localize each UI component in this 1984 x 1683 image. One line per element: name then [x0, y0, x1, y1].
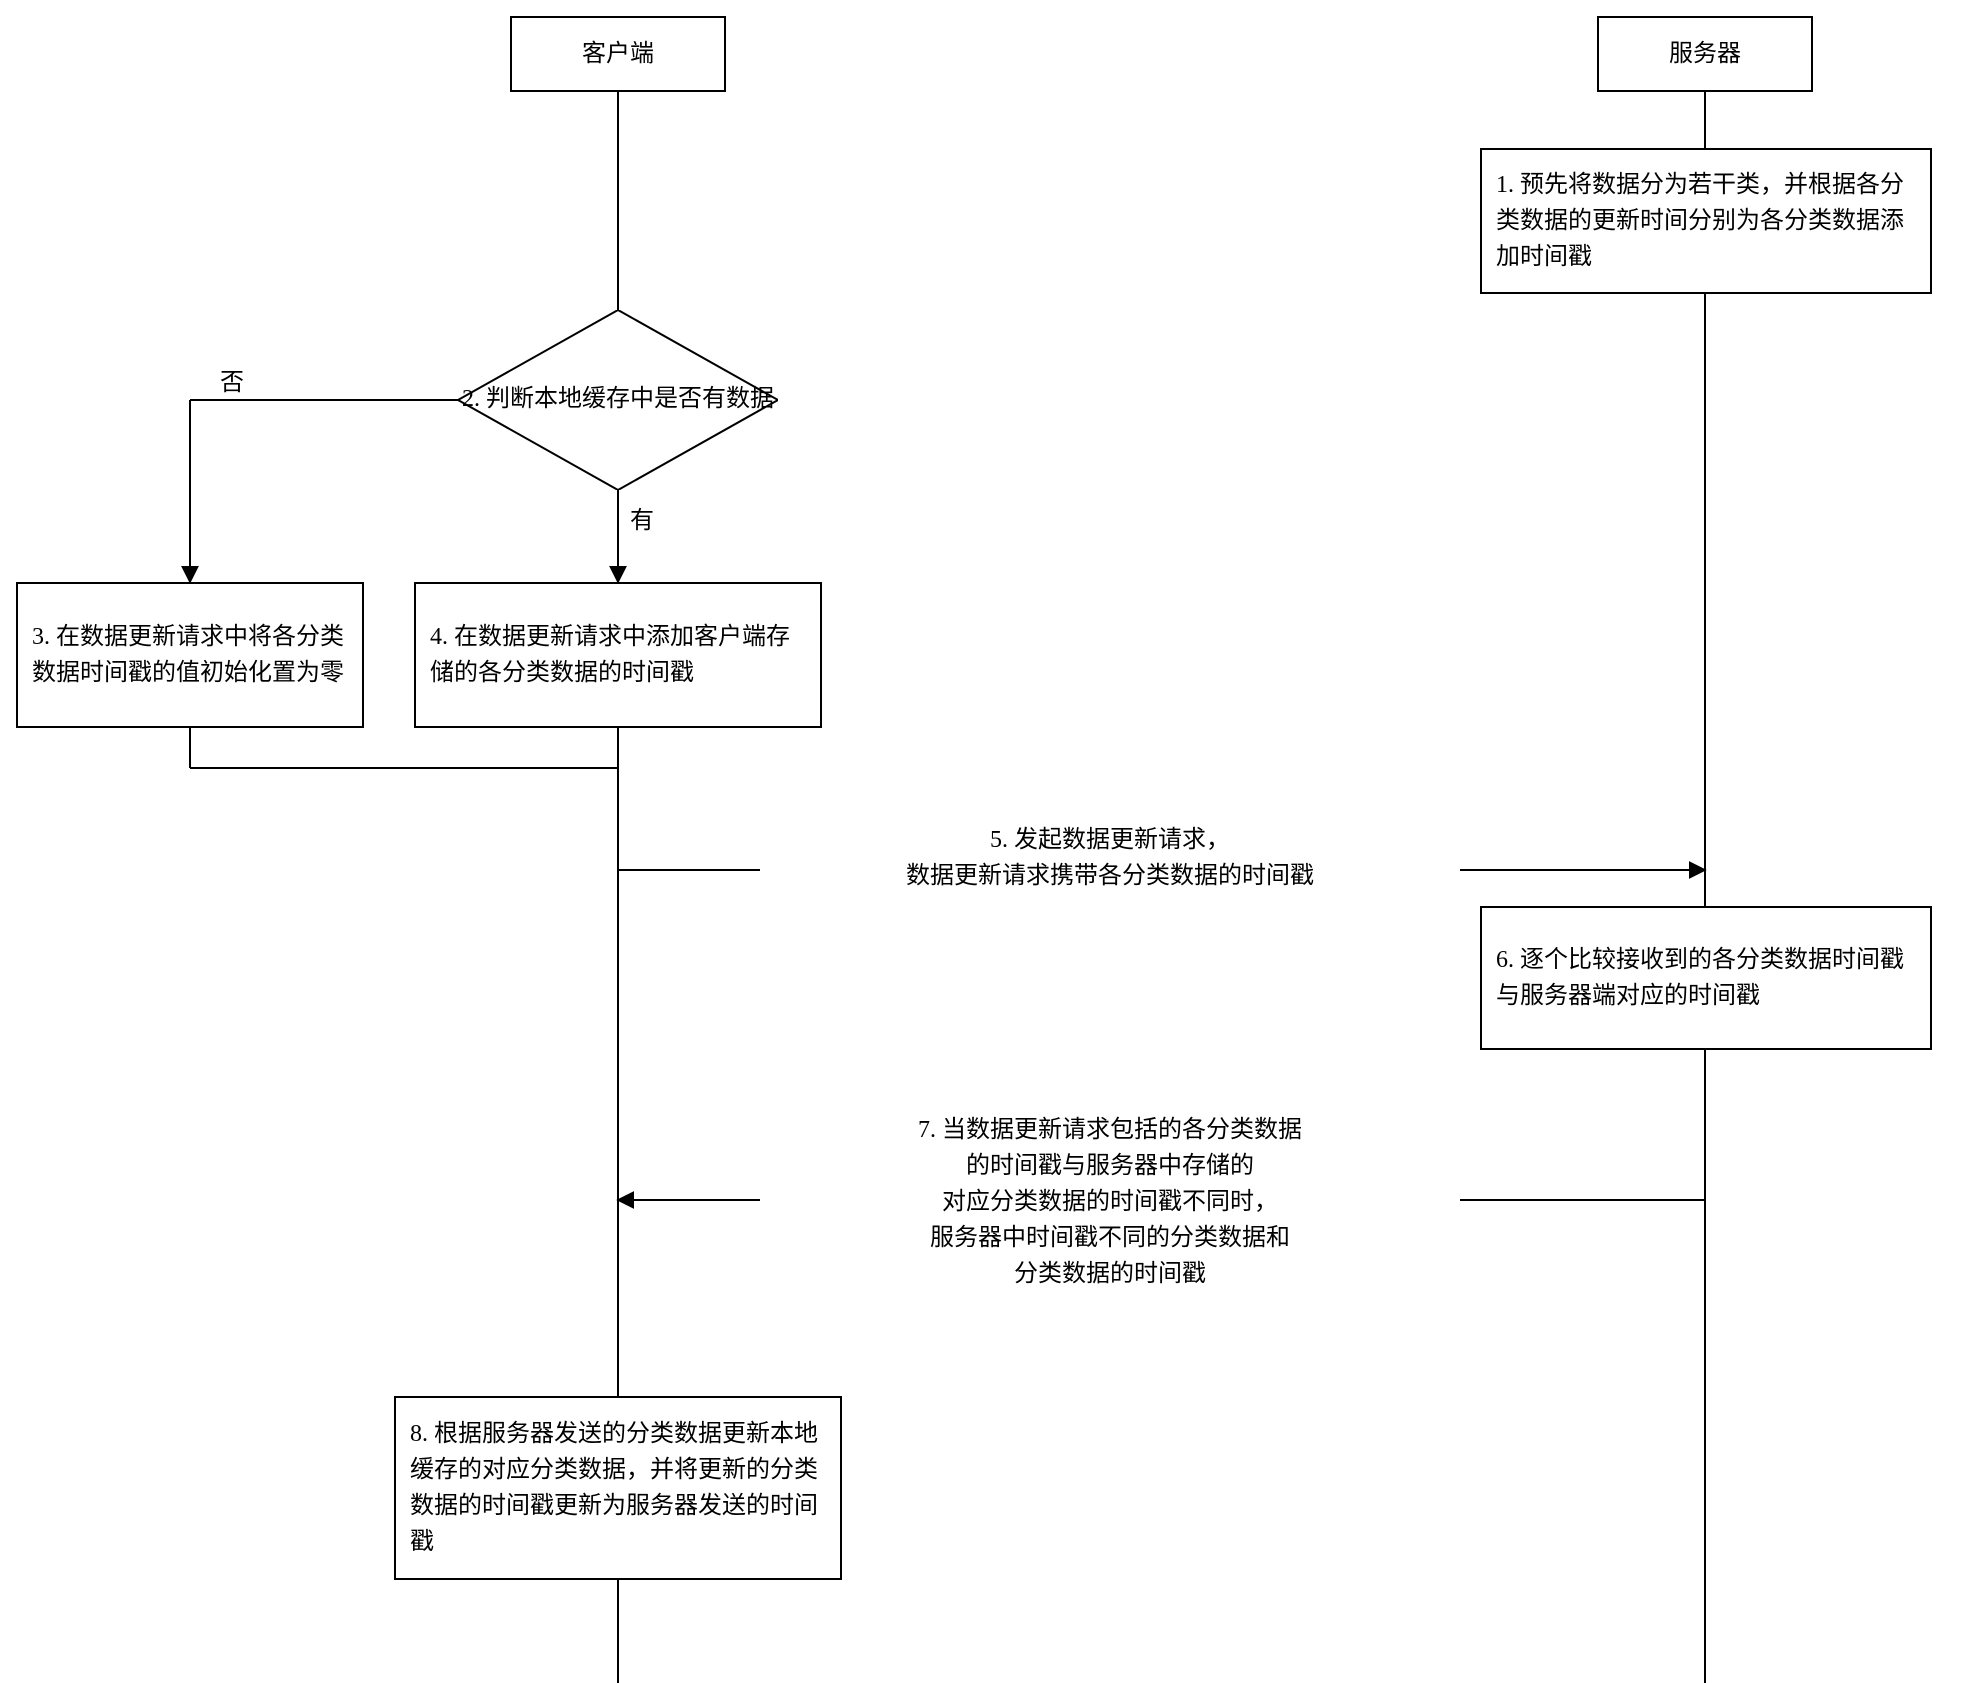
lane-client-header: 客户端 [510, 16, 726, 92]
step-6-text: 6. 逐个比较接收到的各分类数据时间戳与服务器端对应的时间戳 [1496, 942, 1916, 1014]
step-2-text: 2. 判断本地缓存中是否有数据 [462, 383, 774, 417]
message-5-label: 5. 发起数据更新请求， 数据更新请求携带各分类数据的时间戳 [760, 820, 1460, 896]
step-2-decision: 2. 判断本地缓存中是否有数据 [458, 310, 778, 490]
step-1-text: 1. 预先将数据分为若干类，并根据各分类数据的更新时间分别为各分类数据添加时间戳 [1496, 167, 1916, 275]
lane-server-header: 服务器 [1597, 16, 1813, 92]
branch-no-label: 否 [220, 362, 244, 397]
message-7-label: 7. 当数据更新请求包括的各分类数据 的时间戳与服务器中存储的 对应分类数据的时… [760, 1110, 1460, 1294]
step-8-text: 8. 根据服务器发送的分类数据更新本地缓存的对应分类数据，并将更新的分类数据的时… [410, 1416, 826, 1560]
step-4-text: 4. 在数据更新请求中添加客户端存储的各分类数据的时间戳 [430, 619, 806, 691]
lane-client-label: 客户端 [582, 36, 654, 72]
step-8-box: 8. 根据服务器发送的分类数据更新本地缓存的对应分类数据，并将更新的分类数据的时… [394, 1396, 842, 1580]
step-6-box: 6. 逐个比较接收到的各分类数据时间戳与服务器端对应的时间戳 [1480, 906, 1932, 1050]
branch-yes-label: 有 [630, 500, 654, 535]
lane-server-label: 服务器 [1669, 36, 1741, 72]
step-1-box: 1. 预先将数据分为若干类，并根据各分类数据的更新时间分别为各分类数据添加时间戳 [1480, 148, 1932, 294]
step-3-box: 3. 在数据更新请求中将各分类数据时间戳的值初始化置为零 [16, 582, 364, 728]
step-3-text: 3. 在数据更新请求中将各分类数据时间戳的值初始化置为零 [32, 619, 348, 691]
step-4-box: 4. 在数据更新请求中添加客户端存储的各分类数据的时间戳 [414, 582, 822, 728]
